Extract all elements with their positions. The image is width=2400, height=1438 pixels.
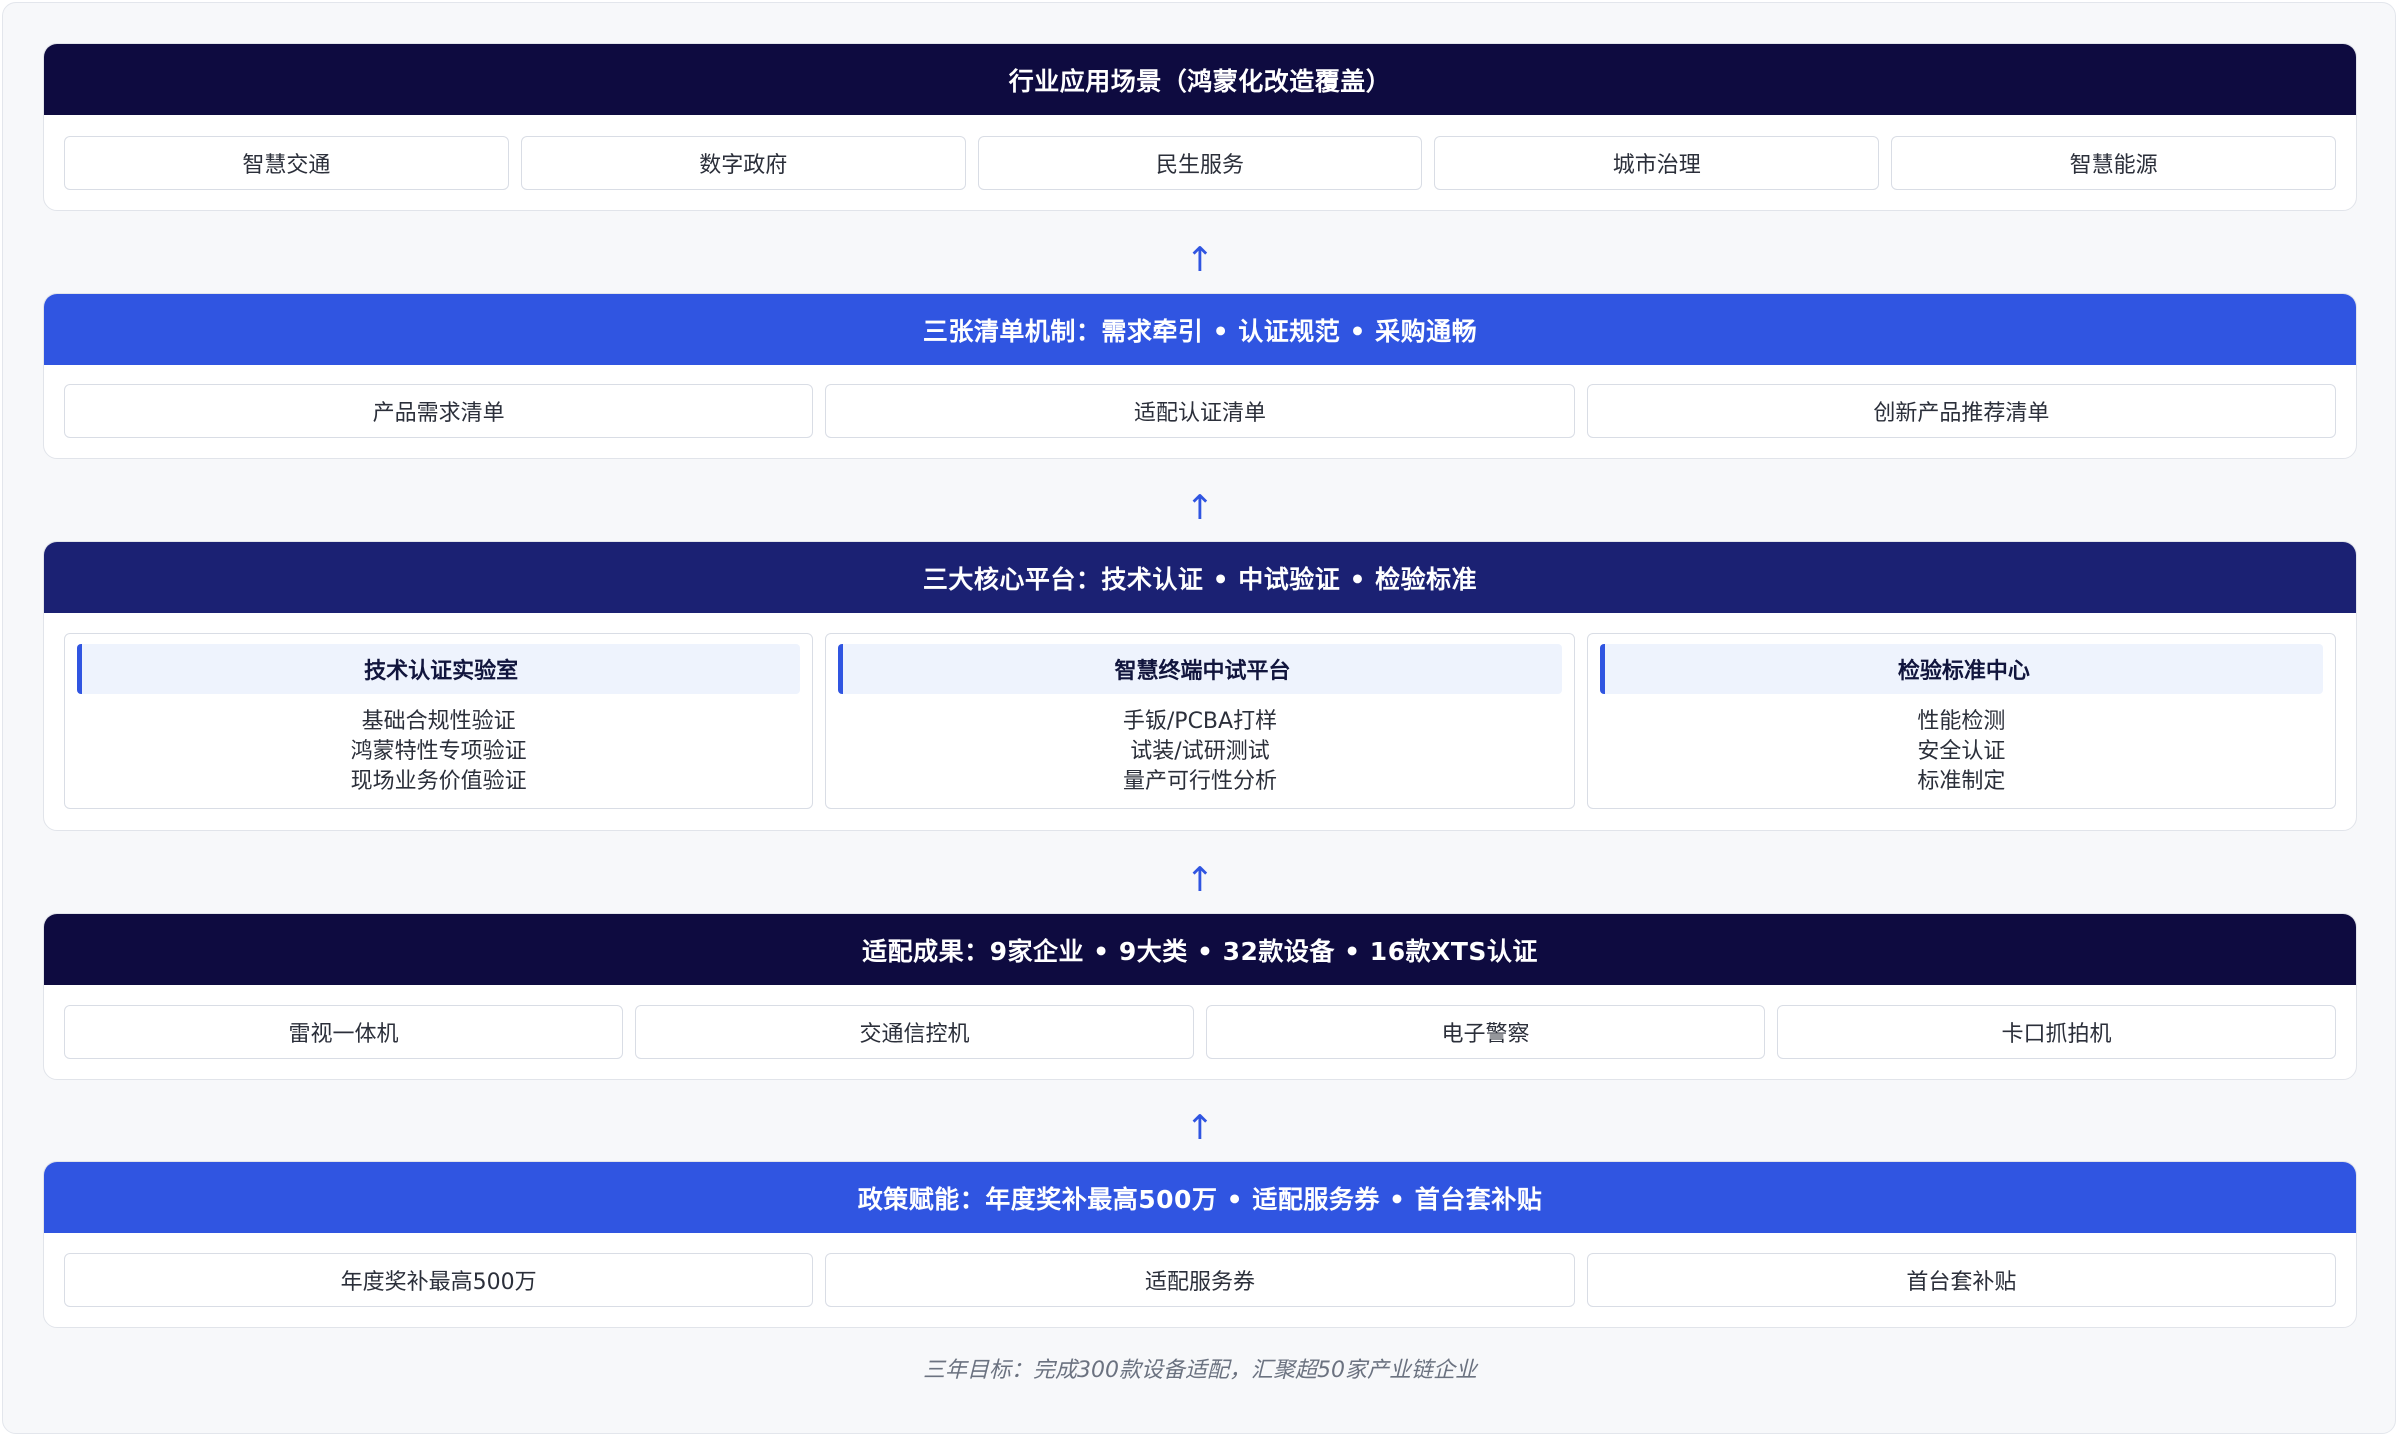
- platform-card: 检验标准中心 性能检测 安全认证 标准制定: [1586, 633, 2336, 809]
- up-arrow-icon: ↑: [1185, 488, 1215, 528]
- layer-title: 行业应用场景（鸿蒙化改造覆盖）: [44, 44, 2356, 115]
- platform-card: 智慧终端中试平台 手钣/PCBA打样 试装/试研测试 量产可行性分析: [825, 633, 1575, 809]
- platform-card: 技术认证实验室 基础合规性验证 鸿蒙特性专项验证 现场业务价值验证: [64, 633, 814, 809]
- platform-card-line: 手钣/PCBA打样: [1122, 709, 1278, 734]
- platform-card-line: 鸿蒙特性专项验证: [350, 739, 527, 764]
- layer-title: 三张清单机制：需求牵引 • 认证规范 • 采购通畅: [44, 294, 2356, 365]
- layer-core-platforms: 三大核心平台：技术认证 • 中试验证 • 检验标准 技术认证实验室 基础合规性验…: [43, 541, 2357, 831]
- list-item: 创新产品推荐清单: [1586, 384, 2336, 438]
- scenario-item: 智慧能源: [1891, 136, 2336, 190]
- layer-title: 三大核心平台：技术认证 • 中试验证 • 检验标准: [44, 542, 2356, 613]
- scenario-item: 民生服务: [977, 136, 1423, 190]
- platform-card-line: 现场业务价值验证: [350, 769, 527, 794]
- policy-item: 年度奖补最高500万: [64, 1253, 814, 1307]
- layer-policy-empowerment: 政策赋能：年度奖补最高500万 • 适配服务券 • 首台套补贴 年度奖补最高50…: [43, 1161, 2357, 1328]
- scenario-item: 智慧交通: [64, 136, 509, 190]
- three-year-goal-note: 三年目标：完成300款设备适配，汇聚超50家产业链企业: [923, 1358, 1477, 1383]
- up-arrow-icon: ↑: [1185, 1108, 1215, 1148]
- scenario-item: 数字政府: [520, 136, 966, 190]
- platform-card-line: 试装/试研测试: [1130, 739, 1270, 764]
- device-item: 电子警察: [1206, 1005, 1765, 1059]
- layer-title: 适配成果：9家企业 • 9大类 • 32款设备 • 16款XTS认证: [44, 914, 2356, 985]
- policy-item: 适配服务券: [825, 1253, 1575, 1307]
- layer-title: 政策赋能：年度奖补最高500万 • 适配服务券 • 首台套补贴: [44, 1162, 2356, 1233]
- platform-card-line: 性能检测: [1917, 709, 2006, 734]
- platform-card-title: 智慧终端中试平台: [838, 644, 1562, 694]
- list-item: 产品需求清单: [64, 384, 814, 438]
- platform-card-title: 技术认证实验室: [77, 644, 801, 694]
- up-arrow-icon: ↑: [1185, 240, 1215, 280]
- layer-adaptation-results: 适配成果：9家企业 • 9大类 • 32款设备 • 16款XTS认证 雷视一体机…: [43, 913, 2357, 1080]
- device-item: 交通信控机: [635, 1005, 1194, 1059]
- device-item: 雷视一体机: [64, 1005, 623, 1059]
- platform-card-line: 标准制定: [1917, 769, 2006, 794]
- scenario-item: 城市治理: [1434, 136, 1880, 190]
- device-item: 卡口抓拍机: [1777, 1005, 2336, 1059]
- platform-card-line: 基础合规性验证: [361, 709, 516, 734]
- policy-item: 首台套补贴: [1586, 1253, 2336, 1307]
- up-arrow-icon: ↑: [1185, 860, 1215, 900]
- layer-industry-scenarios: 行业应用场景（鸿蒙化改造覆盖） 智慧交通 数字政府 民生服务 城市治理 智慧能源: [43, 43, 2357, 211]
- platform-card-title: 检验标准中心: [1599, 644, 2323, 694]
- list-item: 适配认证清单: [825, 384, 1575, 438]
- layer-three-lists: 三张清单机制：需求牵引 • 认证规范 • 采购通畅 产品需求清单 适配认证清单 …: [43, 293, 2357, 459]
- platform-card-line: 安全认证: [1917, 739, 2006, 764]
- platform-card-line: 量产可行性分析: [1122, 769, 1277, 794]
